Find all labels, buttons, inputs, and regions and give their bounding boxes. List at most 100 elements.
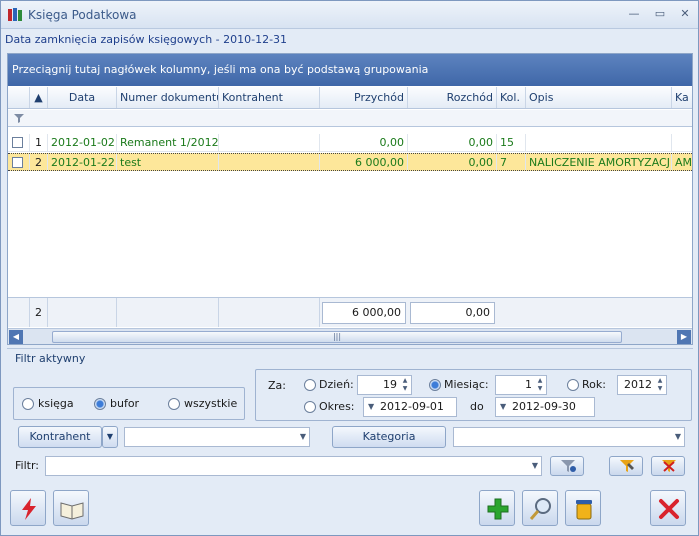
red-x-icon bbox=[659, 499, 679, 519]
horizontal-scrollbar[interactable]: ◀ ||| ▶ bbox=[8, 328, 692, 344]
rok-input[interactable]: 2012 ▲ ▼ bbox=[617, 375, 667, 395]
row-opis bbox=[526, 134, 672, 151]
clear-filter-button[interactable] bbox=[651, 456, 685, 476]
open-book-icon bbox=[60, 502, 84, 520]
rok-spin-icon[interactable]: ▲ ▼ bbox=[655, 377, 665, 393]
row-rozchod: 0,00 bbox=[408, 154, 497, 170]
summary-rozchod: 0,00 bbox=[410, 302, 495, 324]
sort-arrow-icon[interactable]: ▲ bbox=[30, 87, 48, 108]
filtr-input[interactable]: ▼ bbox=[45, 456, 542, 476]
row-kontrahent bbox=[219, 134, 320, 151]
window-title: Księga Podatkowa bbox=[28, 8, 137, 22]
kontrahent-dropdown-icon[interactable]: ▼ bbox=[102, 426, 118, 448]
summary-count: 2 bbox=[30, 298, 48, 327]
magnifier-icon bbox=[529, 498, 551, 520]
do-label: do bbox=[470, 400, 484, 413]
row-kol: 15 bbox=[497, 134, 526, 151]
row-checkbox[interactable] bbox=[12, 157, 23, 168]
dzien-label: Dzień: bbox=[319, 378, 354, 391]
document-scope-group: księga bufor wszystkie bbox=[13, 387, 245, 420]
okres-to-input[interactable]: ▼ 2012-09-30 bbox=[495, 397, 595, 417]
date-dropdown-icon[interactable]: ▼ bbox=[500, 398, 506, 416]
row-opis: NALICZENIE AMORTYZACJ... bbox=[526, 154, 672, 170]
close-window-icon[interactable]: ✕ bbox=[676, 6, 694, 22]
dzien-input[interactable]: 19 ▲ ▼ bbox=[357, 375, 412, 395]
table-row[interactable]: 2 2012-01-22 test 6 000,00 0,00 7 NALICZ… bbox=[8, 153, 692, 171]
filter-section-title: Filtr aktywny bbox=[15, 352, 86, 365]
filter-icon[interactable] bbox=[14, 113, 24, 123]
radio-bufor[interactable] bbox=[94, 398, 106, 410]
radio-dzien[interactable] bbox=[304, 379, 316, 391]
row-data: 2012-01-02 bbox=[48, 134, 117, 151]
header-kontrahent[interactable]: Kontrahent bbox=[219, 87, 320, 108]
title-bar: Księga Podatkowa — ▭ ✕ bbox=[1, 1, 698, 29]
books-app-icon bbox=[8, 8, 22, 21]
lightning-icon bbox=[22, 498, 36, 520]
grouping-panel[interactable]: Przeciągnij tutaj nagłówek kolumny, jeśl… bbox=[8, 54, 692, 86]
close-button[interactable] bbox=[650, 490, 686, 526]
header-select[interactable] bbox=[8, 87, 30, 108]
chevron-down-icon[interactable]: ▼ bbox=[300, 428, 306, 446]
open-book-button[interactable] bbox=[53, 490, 89, 526]
header-opis[interactable]: Opis bbox=[526, 87, 672, 108]
add-button[interactable] bbox=[479, 490, 515, 526]
radio-ksiega[interactable] bbox=[22, 398, 34, 410]
row-kontrahent bbox=[219, 154, 320, 170]
row-numer: test bbox=[117, 154, 219, 170]
funnel-clear-icon bbox=[662, 460, 676, 472]
header-ka[interactable]: Ka bbox=[672, 87, 692, 108]
search-button[interactable] bbox=[522, 490, 558, 526]
date-dropdown-icon[interactable]: ▼ bbox=[368, 398, 374, 416]
grid-filter-row[interactable] bbox=[8, 110, 692, 127]
miesiac-spin-icon[interactable]: ▲ ▼ bbox=[535, 377, 545, 393]
okres-from-input[interactable]: ▼ 2012-09-01 bbox=[363, 397, 457, 417]
header-rozchod[interactable]: Rozchód bbox=[408, 87, 497, 108]
kategoria-combo[interactable]: ▼ bbox=[453, 427, 685, 447]
row-kol: 7 bbox=[497, 154, 526, 170]
trash-bin-icon bbox=[576, 500, 592, 520]
row-ka: AM bbox=[675, 156, 692, 169]
miesiac-label: Miesiąc: bbox=[444, 378, 489, 391]
maximize-icon[interactable]: ▭ bbox=[651, 6, 669, 22]
chevron-down-icon[interactable]: ▼ bbox=[532, 457, 538, 475]
filtr-label: Filtr: bbox=[15, 459, 39, 472]
row-rozchod: 0,00 bbox=[408, 134, 497, 151]
grid-header-row: ▲ Data Numer dokumentu Kontrahent Przych… bbox=[8, 87, 692, 109]
za-label: Za: bbox=[268, 379, 286, 392]
header-kol[interactable]: Kol. bbox=[497, 87, 526, 108]
radio-okres[interactable] bbox=[304, 401, 316, 413]
okres-label: Okres: bbox=[319, 400, 355, 413]
table-row[interactable]: 1 2012-01-02 Remanent 1/2012 0,00 0,00 1… bbox=[8, 134, 692, 152]
miesiac-input[interactable]: 1 ▲ ▼ bbox=[495, 375, 547, 395]
grid-summary-row: 2 6 000,00 0,00 bbox=[8, 297, 692, 327]
plus-icon bbox=[487, 498, 509, 520]
radio-wszystkie[interactable] bbox=[168, 398, 180, 410]
dzien-spin-icon[interactable]: ▲ ▼ bbox=[400, 377, 410, 393]
scroll-right-icon[interactable]: ▶ bbox=[677, 330, 691, 344]
chevron-down-icon[interactable]: ▼ bbox=[675, 428, 681, 446]
kategoria-button[interactable]: Kategoria bbox=[332, 426, 446, 448]
kontrahent-button[interactable]: Kontrahent bbox=[18, 426, 102, 448]
row-przychod: 6 000,00 bbox=[320, 154, 408, 170]
header-numer[interactable]: Numer dokumentu bbox=[117, 87, 219, 108]
funnel-icon bbox=[561, 460, 576, 472]
kontrahent-combo[interactable]: ▼ bbox=[124, 427, 310, 447]
radio-rok[interactable] bbox=[567, 379, 579, 391]
scroll-left-icon[interactable]: ◀ bbox=[9, 330, 23, 344]
minimize-icon[interactable]: — bbox=[625, 6, 643, 22]
scroll-thumb[interactable]: ||| bbox=[52, 331, 622, 343]
row-checkbox[interactable] bbox=[12, 137, 23, 148]
apply-filter-button[interactable] bbox=[550, 456, 584, 476]
row-numer: Remanent 1/2012 bbox=[117, 134, 219, 151]
header-przychod[interactable]: Przychód bbox=[320, 87, 408, 108]
delete-button[interactable] bbox=[565, 490, 601, 526]
lightning-button[interactable] bbox=[10, 490, 46, 526]
header-data[interactable]: Data bbox=[48, 87, 117, 108]
filter-builder-button[interactable] bbox=[609, 456, 643, 476]
radio-bufor-label: bufor bbox=[110, 397, 140, 410]
summary-przychod: 6 000,00 bbox=[322, 302, 406, 324]
row-data: 2012-01-22 bbox=[48, 154, 117, 170]
closing-date-label: Data zamknięcia zapisów księgowych - 201… bbox=[5, 33, 288, 46]
radio-miesiac[interactable] bbox=[429, 379, 441, 391]
period-group: Za: Dzień: 19 ▲ ▼ Miesiąc: 1 ▲ ▼ Rok: 2012… bbox=[255, 369, 692, 421]
